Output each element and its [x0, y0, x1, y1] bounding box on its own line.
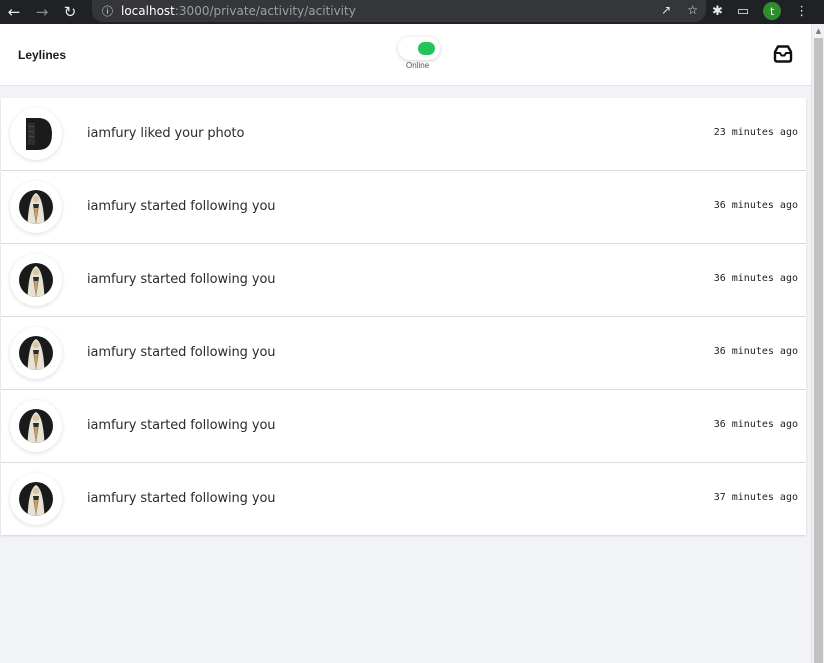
url-host: localhost	[121, 4, 175, 18]
activity-text: iamfury liked your photo	[87, 126, 245, 141]
back-arrow-icon[interactable]: ←	[0, 0, 28, 24]
activity-item[interactable]: iamfury started following you 36 minutes …	[1, 317, 806, 389]
user-avatar[interactable]	[10, 254, 62, 306]
status-indicator	[418, 42, 435, 55]
bookmark-star-icon[interactable]: ☆	[687, 3, 698, 17]
photo-thumbnail[interactable]	[10, 108, 62, 160]
app-header: Leylines Online	[0, 24, 811, 86]
brand-logo[interactable]: Leylines	[18, 48, 66, 62]
user-avatar[interactable]	[10, 327, 62, 379]
activity-timestamp: 36 minutes ago	[713, 200, 798, 211]
extensions-puzzle-icon[interactable]: ✱	[712, 4, 723, 19]
site-info-icon[interactable]: ⓘ	[102, 3, 113, 19]
status-label: Online	[406, 61, 430, 70]
activity-text: iamfury started following you	[87, 418, 276, 433]
scroll-up-arrow-icon[interactable]: ▲	[812, 26, 824, 36]
address-bar[interactable]: ⓘ localhost:3000/private/activity/acitiv…	[92, 0, 706, 22]
user-avatar[interactable]	[10, 181, 62, 233]
activity-item[interactable]: iamfury started following you 36 minutes …	[1, 244, 806, 316]
activity-text: iamfury started following you	[87, 491, 276, 506]
activity-timestamp: 36 minutes ago	[713, 273, 798, 284]
activity-text: iamfury started following you	[87, 272, 276, 287]
activity-item[interactable]: iamfury liked your photo 23 minutes ago	[1, 98, 806, 170]
share-icon[interactable]: ↗	[661, 3, 671, 17]
activity-timestamp: 36 minutes ago	[713, 346, 798, 357]
side-panel-icon[interactable]: ▭	[737, 4, 749, 19]
user-avatar[interactable]	[10, 400, 62, 452]
browser-menu-icon[interactable]: ⋮	[795, 4, 808, 19]
scroll-thumb[interactable]	[814, 38, 823, 663]
online-status-toggle[interactable]	[398, 37, 440, 60]
activity-text: iamfury started following you	[87, 345, 276, 360]
url-path: :3000/private/activity/acitivity	[174, 4, 356, 18]
browser-toolbar: ← → ↻ ⓘ localhost:3000/private/activity/…	[0, 0, 824, 24]
page-scrollbar[interactable]: ▲	[811, 24, 824, 663]
activity-list: iamfury liked your photo 23 minutes ago i…	[1, 98, 806, 536]
inbox-icon[interactable]	[772, 44, 794, 64]
activity-item[interactable]: iamfury started following you 36 minutes …	[1, 390, 806, 462]
reload-icon[interactable]: ↻	[56, 0, 84, 24]
activity-timestamp: 23 minutes ago	[713, 127, 798, 138]
activity-item[interactable]: iamfury started following you 36 minutes …	[1, 171, 806, 243]
user-avatar[interactable]	[10, 473, 62, 525]
activity-item[interactable]: iamfury started following you 37 minutes …	[1, 463, 806, 535]
activity-timestamp: 37 minutes ago	[713, 492, 798, 503]
activity-timestamp: 36 minutes ago	[713, 419, 798, 430]
forward-arrow-icon[interactable]: →	[28, 0, 56, 24]
activity-text: iamfury started following you	[87, 199, 276, 214]
profile-avatar[interactable]: t	[763, 2, 782, 20]
